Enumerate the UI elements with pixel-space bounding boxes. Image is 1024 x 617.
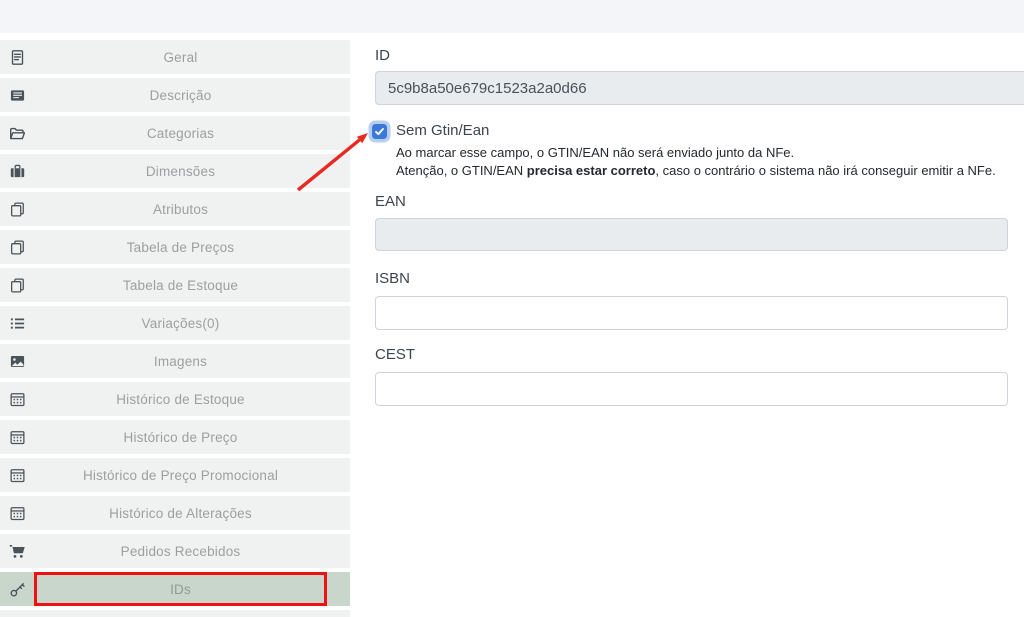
sidebar-item-label — [34, 610, 327, 617]
calendar-icon — [0, 382, 34, 416]
sidebar-item-label: Histórico de Estoque — [34, 382, 327, 416]
sidebar-item-label: Pedidos Recebidos — [34, 534, 327, 568]
isbn-field-label: ISBN — [375, 270, 410, 287]
sidebar-item-label: Histórico de Alterações — [34, 496, 327, 530]
ean-field-label: EAN — [375, 193, 406, 210]
sidebar-item-atributos[interactable]: Atributos — [0, 192, 350, 226]
sidebar-item-label: Descrição — [34, 78, 327, 112]
ean-input — [375, 218, 1008, 251]
sidebar-item-categorias[interactable]: Categorias — [0, 116, 350, 150]
copy-icon — [0, 192, 34, 226]
gtin-help-line2: Atenção, o GTIN/EAN precisa estar corret… — [396, 163, 996, 178]
sidebar: Geral Descrição Categorias Dimensões Atribut… — [0, 33, 350, 617]
sidebar-item-historico-de-preco-promocional[interactable]: Histórico de Preço Promocional — [0, 458, 350, 492]
gtin-help-line1: Ao marcar esse campo, o GTIN/EAN não ser… — [396, 145, 794, 160]
sidebar-item-historico-de-estoque[interactable]: Histórico de Estoque — [0, 382, 350, 416]
gtin-help-line2-bold: precisa estar correto — [527, 163, 656, 178]
calendar-icon — [0, 420, 34, 454]
cart-icon — [0, 534, 34, 568]
folder-open-icon — [0, 116, 34, 150]
sidebar-item-descricao[interactable]: Descrição — [0, 78, 350, 112]
file-text-icon — [0, 40, 34, 74]
key-icon — [0, 572, 34, 606]
image-icon — [0, 344, 34, 378]
unknown-icon — [0, 610, 34, 617]
sidebar-item-label: Categorias — [34, 116, 327, 150]
calendar-icon — [0, 458, 34, 492]
checkmark-icon — [374, 126, 385, 137]
sidebar-item-variacoes-0[interactable]: Variações(0) — [0, 306, 350, 340]
sidebar-item-geral[interactable]: Geral — [0, 40, 350, 74]
sidebar-item-ids[interactable]: IDs — [0, 572, 350, 606]
sidebar-item-pedidos-recebidos[interactable]: Pedidos Recebidos — [0, 534, 350, 568]
id-input[interactable] — [375, 71, 1024, 105]
calendar-icon — [0, 496, 34, 530]
gtin-help-line2-post: , caso o contrário o sistema não irá con… — [655, 163, 995, 178]
sidebar-item-label: Histórico de Preço Promocional — [34, 458, 327, 492]
cest-input[interactable] — [375, 372, 1008, 406]
sidebar-item-historico-de-preco[interactable]: Histórico de Preço — [0, 420, 350, 454]
copy-icon — [0, 230, 34, 264]
sidebar-item-label: Imagens — [34, 344, 327, 378]
sidebar-item-partial — [0, 610, 350, 617]
sem-gtin-checkbox[interactable] — [372, 124, 387, 139]
sidebar-item-imagens[interactable]: Imagens — [0, 344, 350, 378]
sidebar-item-label: Variações(0) — [34, 306, 327, 340]
sidebar-item-label-highlighted: IDs — [34, 572, 327, 606]
list-icon — [0, 306, 34, 340]
sidebar-item-tabela-de-estoque[interactable]: Tabela de Estoque — [0, 268, 350, 302]
id-field-label: ID — [375, 47, 390, 64]
cest-field-label: CEST — [375, 346, 415, 363]
sidebar-item-dimensoes[interactable]: Dimensões — [0, 154, 350, 188]
sidebar-item-label: Geral — [34, 40, 327, 74]
sidebar-item-label: Tabela de Preços — [34, 230, 327, 264]
sidebar-item-label: Histórico de Preço — [34, 420, 327, 454]
sem-gtin-label: Sem Gtin/Ean — [396, 122, 489, 139]
sidebar-item-label: Tabela de Estoque — [34, 268, 327, 302]
sidebar-item-historico-de-alteracoes[interactable]: Histórico de Alterações — [0, 496, 350, 530]
sidebar-item-label: Atributos — [34, 192, 327, 226]
product-edit-page: Geral Descrição Categorias Dimensões Atribut… — [0, 0, 1024, 617]
gtin-help-line2-pre: Atenção, o GTIN/EAN — [396, 163, 527, 178]
sidebar-item-tabela-de-precos[interactable]: Tabela de Preços — [0, 230, 350, 264]
top-bar — [0, 0, 1024, 33]
briefcase-icon — [0, 154, 34, 188]
sidebar-item-label: Dimensões — [34, 154, 327, 188]
isbn-input[interactable] — [375, 296, 1008, 330]
copy-icon — [0, 268, 34, 302]
card-text-icon — [0, 78, 34, 112]
